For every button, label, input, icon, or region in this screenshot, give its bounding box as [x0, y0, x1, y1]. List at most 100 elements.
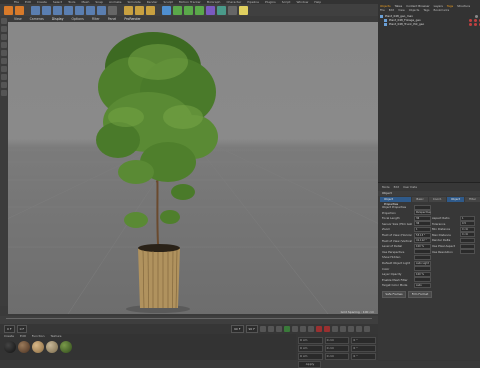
edges-mode-icon[interactable] [1, 58, 7, 64]
render-settings-icon[interactable] [146, 5, 155, 15]
material-swatch[interactable] [32, 341, 44, 353]
tab-object-properties[interactable]: Object Properties [380, 197, 412, 206]
attribute-value-field[interactable] [414, 254, 431, 260]
attribute-value-field[interactable] [414, 266, 431, 272]
tab-basic[interactable]: Basic [412, 197, 428, 202]
attribute-value-field[interactable]: Auto [414, 282, 431, 288]
start-frame-field[interactable]: 0 F [4, 325, 15, 333]
attribute-value-field[interactable] [414, 249, 431, 255]
mat-menu-function[interactable]: Function [32, 334, 45, 339]
texture-mode-icon[interactable] [1, 34, 7, 40]
scale-icon[interactable] [53, 5, 62, 15]
attribute-value-field[interactable]: Perspective [414, 210, 431, 216]
polygons-mode-icon[interactable] [1, 66, 7, 72]
material-tag-icon[interactable] [474, 22, 477, 26]
camera-icon[interactable] [228, 5, 237, 15]
attribute-value-field[interactable]: 36 [414, 221, 431, 227]
tab-filter[interactable]: Filter [465, 197, 480, 202]
parameter-key-icon[interactable] [364, 326, 370, 332]
workplane-icon[interactable] [1, 42, 7, 48]
rotation-p-field[interactable]: 0 ° [351, 345, 377, 352]
attribute-value-field[interactable]: 1 [414, 226, 431, 232]
mat-menu-texture[interactable]: Texture [51, 334, 62, 339]
redo-icon[interactable] [15, 5, 24, 15]
mat-menu-create[interactable]: Create [4, 334, 14, 339]
rotation-h-field[interactable]: 0 ° [351, 337, 377, 344]
previous-key-icon[interactable] [268, 326, 274, 332]
rotation-key-icon[interactable] [356, 326, 362, 332]
enable-axis-icon[interactable] [1, 74, 7, 80]
move-icon[interactable] [42, 5, 51, 15]
subdivision-icon[interactable] [184, 5, 193, 15]
undo-icon[interactable] [4, 5, 13, 15]
timeline-ruler[interactable] [0, 316, 378, 324]
attribute-value-field[interactable]: 0.5 [460, 221, 475, 227]
array-icon[interactable] [195, 5, 204, 15]
next-key-icon[interactable] [300, 326, 306, 332]
end-frame-field[interactable]: 90 F [245, 325, 258, 333]
safe-frames-button[interactable]: Safe Frames [382, 291, 406, 298]
scale-key-icon[interactable] [348, 326, 354, 332]
size-z-field[interactable]: 0 cm [324, 353, 350, 360]
attribute-value-field[interactable] [414, 277, 431, 283]
om-menu-edit[interactable]: Edit [389, 8, 394, 12]
position-key-icon[interactable] [340, 326, 346, 332]
previous-frame-icon[interactable] [276, 326, 282, 332]
live-selection-icon[interactable] [31, 5, 40, 15]
keyframe-selection-icon[interactable] [332, 326, 338, 332]
timeline-track[interactable] [6, 318, 372, 323]
cube-icon[interactable] [162, 5, 171, 15]
tab-object[interactable]: Object [446, 197, 465, 202]
floor-icon[interactable] [217, 5, 226, 15]
om-menu-view[interactable]: View [398, 8, 405, 12]
attribute-value-field[interactable] [460, 243, 475, 249]
attribute-value-field[interactable]: 1 [460, 215, 475, 221]
attribute-value-field[interactable] [460, 249, 475, 255]
attribute-value-field[interactable] [460, 237, 475, 243]
points-mode-icon[interactable] [1, 50, 7, 56]
rotation-b-field[interactable]: 0 ° [351, 353, 377, 360]
3d-viewport[interactable] [8, 22, 378, 314]
am-menu-edit[interactable]: Edit [394, 185, 399, 189]
render-picture-viewer-icon[interactable] [135, 5, 144, 15]
attribute-value-field[interactable]: 53.13 ° [414, 232, 431, 238]
am-menu-mode[interactable]: Mode [382, 185, 390, 189]
material-swatch[interactable] [18, 341, 30, 353]
attribute-value-field[interactable]: 0 cm [460, 232, 475, 238]
record-icon[interactable] [316, 326, 322, 332]
mat-menu-edit[interactable]: Edit [20, 334, 26, 339]
lock-workplane-icon[interactable] [1, 90, 7, 96]
position-z-field[interactable]: 0 cm [298, 353, 323, 360]
attribute-value-field[interactable]: 100 % [414, 243, 431, 249]
attribute-value-field[interactable]: 100 % [414, 271, 431, 277]
spline-pen-icon[interactable] [173, 5, 182, 15]
attribute-value-field[interactable] [414, 204, 431, 210]
attribute-value-field[interactable]: 36 [414, 215, 431, 221]
play-icon[interactable] [284, 326, 290, 332]
z-axis-icon[interactable] [97, 5, 106, 15]
light-icon[interactable] [239, 5, 248, 15]
snap-icon[interactable] [1, 82, 7, 88]
attribute-value-field[interactable]: 0 cm [460, 226, 475, 232]
x-axis-icon[interactable] [75, 5, 84, 15]
preview-start-field[interactable]: 0 F [16, 325, 28, 333]
tab-coord[interactable]: Coord. [428, 197, 446, 202]
material-swatch[interactable] [4, 341, 16, 353]
render-view-icon[interactable] [124, 5, 133, 15]
bend-deformer-icon[interactable] [206, 5, 215, 15]
go-to-start-icon[interactable] [260, 326, 266, 332]
attribute-value-field[interactable]: Auto Light [414, 260, 431, 266]
om-menu-objects[interactable]: Objects [409, 8, 420, 12]
position-x-field[interactable]: 0 cm [298, 337, 323, 344]
attribute-value-field[interactable]: 41.112 ° [414, 238, 431, 244]
apply-button[interactable]: Apply [298, 361, 321, 368]
model-mode-icon[interactable] [1, 26, 7, 32]
film-format-button[interactable]: Film Format [408, 291, 432, 298]
om-menu-bookmarks[interactable]: Bookmarks [434, 8, 450, 12]
coordinate-system-icon[interactable] [108, 5, 117, 15]
make-editable-icon[interactable] [1, 18, 7, 24]
om-menu-file[interactable]: File [380, 8, 385, 12]
y-axis-icon[interactable] [86, 5, 95, 15]
material-swatch[interactable] [60, 341, 72, 353]
position-y-field[interactable]: 0 cm [298, 345, 323, 352]
